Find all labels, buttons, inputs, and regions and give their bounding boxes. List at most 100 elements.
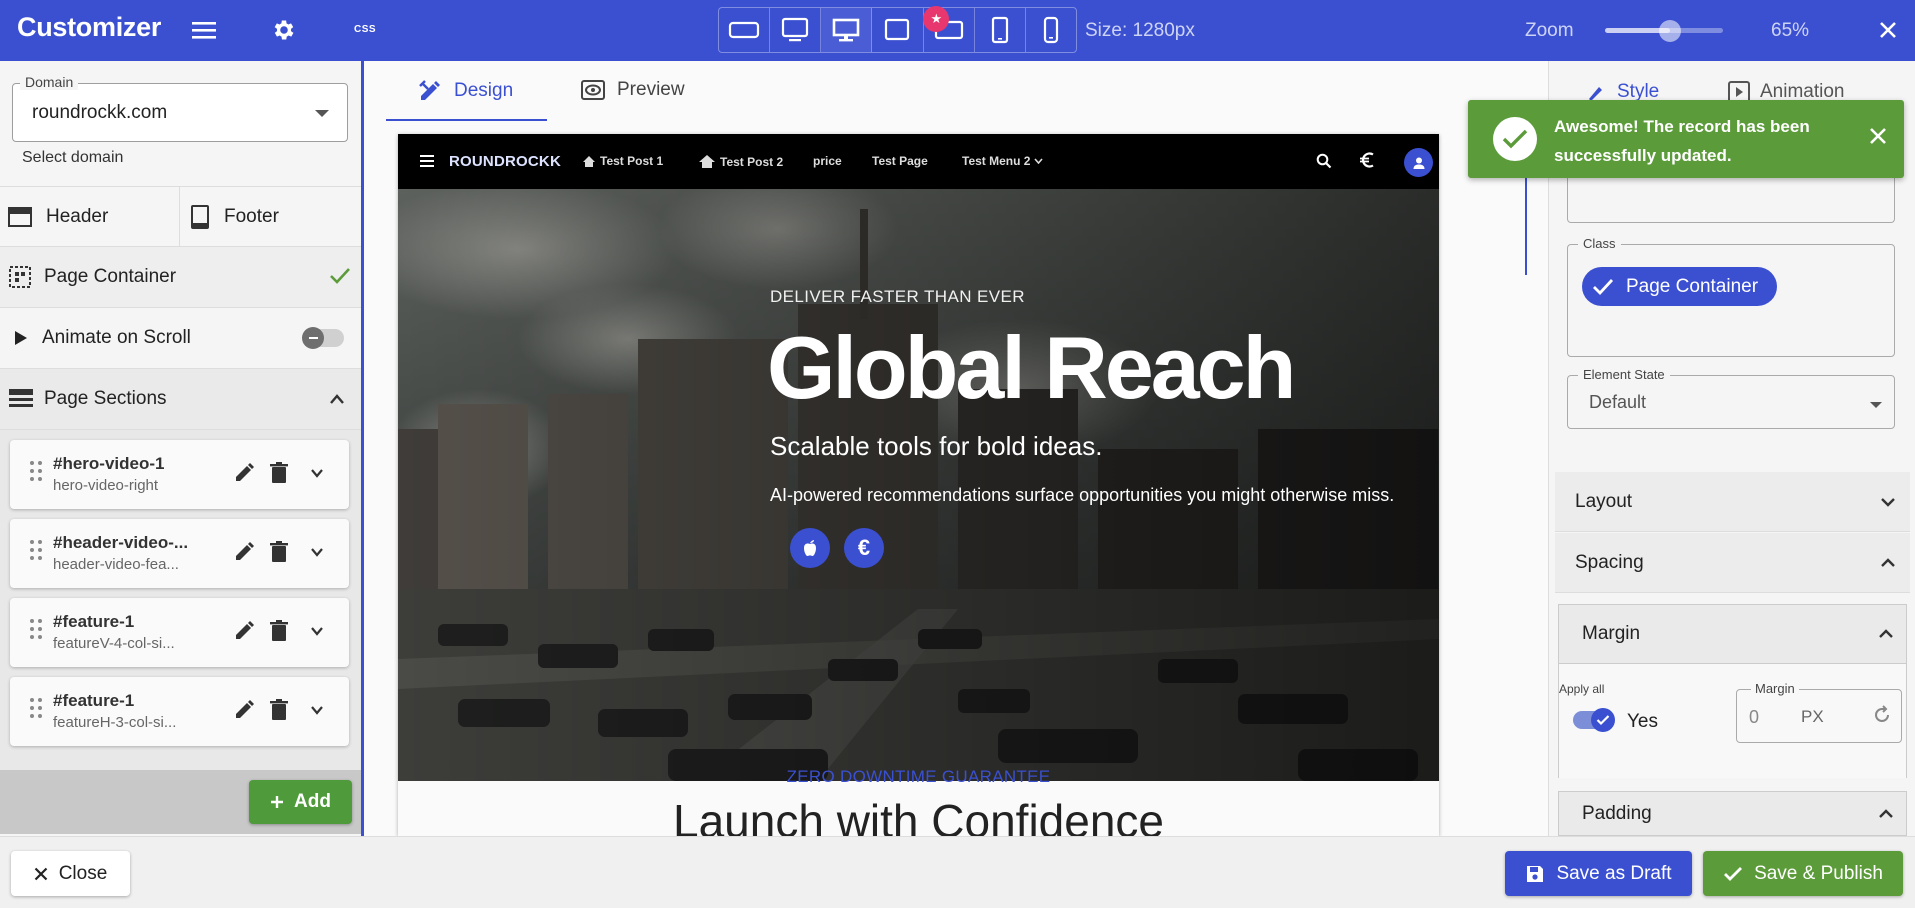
device-desktop-button[interactable]: ★ — [821, 6, 950, 52]
chevron-down-icon[interactable] — [310, 705, 324, 715]
class-chip[interactable]: Page Container — [1582, 267, 1778, 306]
chevron-up-icon — [1880, 557, 1896, 569]
save-as-draft-button[interactable]: Save as Draft — [1505, 851, 1692, 896]
apply-all-toggle[interactable] — [1573, 708, 1615, 732]
margin-value: 0 — [1749, 707, 1760, 727]
footer-tab[interactable]: Footer — [179, 187, 361, 246]
apple-icon — [804, 540, 816, 556]
section-card[interactable]: #feature-1 featureH-3-col-si... — [10, 677, 349, 746]
padding-accordion[interactable]: Padding — [1558, 791, 1907, 836]
chevron-down-icon[interactable] — [310, 468, 324, 478]
hero-description: AI-powered recommendations surface oppor… — [770, 485, 1395, 505]
tab-design[interactable]: Design — [418, 79, 513, 103]
section-eyebrow: ZERO DOWNTIME GUARANTEE — [786, 767, 1051, 786]
margin-input[interactable]: Margin 0 PX — [1736, 681, 1902, 743]
pencil-icon[interactable] — [233, 699, 255, 721]
device-tablet-button[interactable] — [975, 8, 1026, 52]
animate-on-scroll-item[interactable]: Animate on Scroll — [0, 308, 361, 369]
section-card[interactable]: #hero-video-1 hero-video-right — [10, 440, 349, 509]
euro-button[interactable]: € — [844, 528, 884, 568]
close-customizer-icon[interactable] — [1874, 16, 1902, 44]
nav-item[interactable]: price — [813, 154, 842, 168]
close-label: Close — [58, 862, 108, 884]
pencil-icon[interactable] — [233, 541, 255, 563]
device-phone-button[interactable] — [1026, 8, 1076, 52]
menu-icon[interactable] — [191, 17, 217, 43]
hero-section[interactable]: DELIVER FASTER THAN EVER Global Reach Sc… — [398, 189, 1439, 781]
site-preview[interactable]: ROUNDROCKK Test Post 1 Test Post 2 price… — [398, 134, 1439, 836]
device-laptop-button[interactable] — [872, 8, 924, 52]
active-tab-indicator — [386, 119, 547, 121]
trash-icon[interactable] — [270, 462, 288, 484]
design-tools-icon — [418, 79, 442, 103]
class-field[interactable]: Class Page Container — [1567, 236, 1895, 357]
footer-page-icon — [190, 204, 210, 229]
trash-icon[interactable] — [270, 541, 288, 563]
device-monitor-button[interactable] — [770, 8, 822, 52]
gear-icon[interactable] — [271, 17, 297, 43]
element-state-select[interactable]: Element State Default — [1567, 367, 1895, 429]
apple-button[interactable] — [790, 528, 830, 568]
margin-unit[interactable]: PX — [1801, 707, 1824, 727]
app-title: Customizer — [17, 12, 162, 42]
drag-handle-icon[interactable] — [29, 460, 43, 482]
save-and-publish-button[interactable]: Save & Publish — [1703, 851, 1903, 896]
css-button[interactable]: CSS — [354, 24, 376, 35]
zoom-value: 65% — [1771, 20, 1810, 41]
chevron-up-icon — [1878, 628, 1894, 640]
trash-icon[interactable] — [270, 620, 288, 642]
device-desktop-wide-button[interactable] — [719, 8, 771, 52]
domain-select[interactable]: roundrockk.com — [12, 83, 348, 142]
chevron-down-icon[interactable] — [310, 626, 324, 636]
drag-handle-icon[interactable] — [29, 539, 43, 561]
pencil-icon[interactable] — [233, 462, 255, 484]
spacing-accordion[interactable]: Spacing — [1555, 533, 1910, 593]
nav-item[interactable]: Test Menu 2 — [962, 154, 1044, 168]
margin-input-label: Margin — [1751, 681, 1799, 696]
add-section-bar: Add — [0, 770, 361, 834]
site-brand[interactable]: ROUNDROCKK — [449, 153, 561, 170]
toast-close-icon[interactable] — [1869, 127, 1887, 145]
drag-handle-icon[interactable] — [29, 697, 43, 719]
reset-icon[interactable] — [1871, 704, 1893, 726]
chevron-down-icon[interactable] — [310, 547, 324, 557]
caret-down-icon — [315, 110, 329, 117]
page-container-item[interactable]: Page Container — [0, 247, 361, 308]
chevron-up-icon[interactable] — [329, 393, 345, 405]
user-avatar-icon[interactable] — [1404, 148, 1433, 177]
header-tab[interactable]: Header — [0, 187, 179, 246]
search-icon[interactable] — [1316, 153, 1332, 169]
animate-on-scroll-label: Animate on Scroll — [42, 327, 191, 348]
section-template: featureV-4-col-si... — [53, 635, 175, 652]
nav-item[interactable]: Test Post 1 — [582, 154, 663, 168]
trash-icon[interactable] — [270, 699, 288, 721]
top-bar: Customizer CSS ★ Size: 1280px Zoom 65% — [0, 0, 1915, 61]
close-button[interactable]: Close — [11, 851, 130, 896]
section-card[interactable]: #feature-1 featureV-4-col-si... — [10, 598, 349, 667]
drag-handle-icon[interactable] — [29, 618, 43, 640]
layout-label: Layout — [1575, 490, 1633, 512]
bottom-action-bar: Close Save as Draft Save & Publish — [0, 836, 1915, 908]
add-section-button[interactable]: Add — [249, 780, 352, 824]
pencil-icon[interactable] — [233, 620, 255, 642]
site-menu-icon[interactable] — [420, 155, 434, 167]
zoom-slider-thumb[interactable] — [1658, 20, 1681, 42]
euro-icon[interactable] — [1359, 151, 1375, 169]
save-as-draft-label: Save as Draft — [1556, 862, 1672, 884]
nav-item[interactable]: Test Page — [872, 154, 928, 168]
margin-accordion[interactable]: Margin — [1558, 604, 1907, 664]
domain-label: Domain — [20, 74, 79, 90]
animate-on-scroll-toggle[interactable] — [302, 327, 344, 349]
page-sections-header[interactable]: Page Sections — [0, 369, 361, 430]
tab-preview[interactable]: Preview — [581, 79, 685, 101]
section-card[interactable]: #header-video-... header-video-fea... — [10, 519, 349, 588]
nav-item-label: Test Menu 2 — [962, 154, 1031, 168]
apply-all-value: Yes — [1627, 711, 1658, 732]
section-id: #feature-1 — [53, 612, 135, 631]
nav-item-label: Test Post 2 — [720, 154, 784, 169]
layout-accordion[interactable]: Layout — [1555, 472, 1910, 532]
element-state-value: Default — [1589, 392, 1647, 412]
nav-item[interactable]: Test Post 2 — [698, 154, 783, 169]
zoom-slider[interactable] — [1605, 20, 1723, 42]
section-title: Launch with Confidence — [673, 795, 1164, 836]
